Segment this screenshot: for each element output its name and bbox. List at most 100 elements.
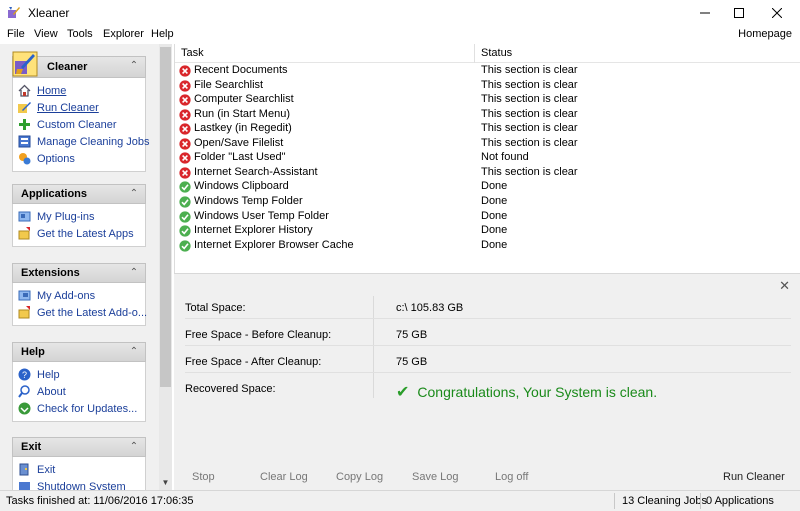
panel-exit-header[interactable]: Exit ⌃: [12, 437, 146, 457]
task-row[interactable]: Internet Search-Assistant This section is…: [175, 166, 800, 181]
sidebar-item-label: Get the Latest Add-o...: [37, 306, 148, 319]
jobs-icon: [17, 135, 31, 149]
menu-help[interactable]: Help: [151, 28, 174, 40]
sidebar-item-run-cleaner[interactable]: Run Cleaner: [17, 99, 145, 116]
menu-view[interactable]: View: [34, 28, 58, 40]
info-separator: [185, 318, 791, 319]
congratulations-message: ✔ Congratulations, Your System is clean.: [396, 382, 657, 402]
help-icon: ?: [17, 368, 31, 382]
shutdown-icon: [17, 480, 31, 490]
close-button[interactable]: [760, 0, 794, 26]
xleaner-app-icon: [8, 7, 20, 18]
sidebar-item-my-plugins[interactable]: My Plug-ins: [17, 208, 145, 225]
save-log-button[interactable]: Save Log: [412, 471, 458, 483]
task-row[interactable]: Run (in Start Menu) This section is clear: [175, 108, 800, 123]
task-name: Recent Documents: [194, 64, 288, 76]
collapse-chevron-icon[interactable]: ⌃: [127, 440, 141, 454]
menu-tools[interactable]: Tools: [67, 28, 93, 40]
info-column-divider: [373, 296, 374, 398]
task-name: Folder "Last Used": [194, 151, 286, 164]
maximize-button[interactable]: [722, 0, 756, 26]
sidebar-scrollbar-thumb[interactable]: [160, 47, 171, 387]
svg-text:?: ?: [21, 370, 26, 380]
about-icon: [17, 385, 31, 399]
column-divider[interactable]: [474, 44, 475, 63]
task-row[interactable]: Recent Documents This section is clear: [175, 64, 800, 79]
menu-file[interactable]: File: [7, 28, 25, 40]
task-status: This section is clear: [481, 122, 578, 135]
task-row[interactable]: Internet Explorer History Done: [175, 224, 800, 239]
sidebar-item-check-updates[interactable]: Check for Updates...: [17, 400, 145, 417]
success-check-icon: [179, 196, 191, 208]
task-status: This section is clear: [481, 136, 578, 149]
task-row[interactable]: Internet Explorer Browser Cache Done: [175, 239, 800, 254]
success-check-icon: [179, 225, 191, 237]
sidebar-item-label: Check for Updates...: [37, 402, 138, 415]
menu-explorer[interactable]: Explorer: [103, 28, 144, 40]
minimize-button[interactable]: [688, 0, 722, 26]
status-applications: 0 Applications: [706, 495, 774, 507]
panel-exit: Exit ⌃ Exit Shutdown System: [12, 437, 146, 490]
task-row[interactable]: Computer Searchlist This section is clear: [175, 93, 800, 108]
stop-button[interactable]: Stop: [192, 471, 215, 483]
collapse-chevron-icon[interactable]: ⌃: [127, 187, 141, 201]
run-cleaner-button[interactable]: Run Cleaner: [723, 471, 785, 483]
copy-log-button[interactable]: Copy Log: [336, 471, 383, 483]
task-name: Internet Search-Assistant: [194, 165, 318, 178]
task-row[interactable]: File Searchlist This section is clear: [175, 79, 800, 94]
info-separator: [185, 372, 791, 373]
error-x-icon: [179, 152, 191, 164]
task-list-header: Task Status: [175, 44, 800, 63]
task-status: Done: [481, 194, 508, 207]
download-icon: [17, 306, 31, 320]
collapse-chevron-icon[interactable]: ⌃: [127, 345, 141, 359]
task-row[interactable]: Folder "Last Used" Not found: [175, 151, 800, 166]
sidebar-item-get-latest-apps[interactable]: Get the Latest Apps: [17, 225, 145, 242]
status-bar: Tasks finished at: 11/06/2016 17:06:35 1…: [0, 490, 800, 511]
task-status: This section is clear: [481, 165, 578, 178]
panel-applications-header[interactable]: Applications ⌃: [12, 184, 146, 204]
task-name: Windows Clipboard: [194, 180, 289, 193]
task-row[interactable]: Lastkey (in Regedit) This section is clea…: [175, 122, 800, 137]
total-space-label: Total Space:: [185, 302, 246, 314]
sidebar-item-my-addons[interactable]: My Add-ons: [17, 287, 145, 304]
error-x-icon: [179, 109, 191, 121]
collapse-chevron-icon[interactable]: ⌃: [127, 59, 141, 73]
close-info-icon[interactable]: ✕: [779, 278, 790, 294]
sidebar-scrollbar[interactable]: ▼: [159, 44, 172, 490]
sidebar-item-home[interactable]: Home: [17, 82, 145, 99]
update-icon: [17, 402, 31, 416]
collapse-chevron-icon[interactable]: ⌃: [127, 266, 141, 280]
sidebar-item-options[interactable]: Options: [17, 150, 145, 167]
error-x-icon: [179, 94, 191, 106]
sidebar-item-label: Home: [37, 84, 67, 97]
log-off-button[interactable]: Log off: [495, 471, 528, 483]
sidebar-item-about[interactable]: About: [17, 383, 145, 400]
status-divider: [700, 493, 701, 509]
task-row[interactable]: Windows Clipboard Done: [175, 180, 800, 195]
task-status: This section is clear: [481, 78, 578, 91]
task-row[interactable]: Windows Temp Folder Done: [175, 195, 800, 210]
scroll-down-arrow-icon[interactable]: ▼: [160, 478, 171, 488]
clear-log-button[interactable]: Clear Log: [260, 471, 308, 483]
sidebar-item-shutdown[interactable]: Shutdown System: [17, 478, 145, 490]
task-row[interactable]: Windows User Temp Folder Done: [175, 210, 800, 225]
task-row[interactable]: Open/Save Filelist This section is clear: [175, 137, 800, 152]
sidebar-item-exit[interactable]: Exit: [17, 461, 145, 478]
panel-cleaner-header[interactable]: Cleaner ⌃: [12, 51, 146, 78]
homepage-link[interactable]: Homepage: [738, 28, 792, 40]
error-x-icon: [179, 123, 191, 135]
task-name: Open/Save Filelist: [194, 136, 284, 149]
close-icon: [772, 8, 782, 18]
sidebar-item-manage-cleaning-jobs[interactable]: Manage Cleaning Jobs: [17, 133, 150, 150]
sidebar-item-label: Shutdown System: [37, 480, 126, 491]
column-header-status[interactable]: Status: [481, 47, 512, 59]
sidebar-item-custom-cleaner[interactable]: Custom Cleaner: [17, 116, 145, 133]
sidebar-item-help[interactable]: ? Help: [17, 366, 145, 383]
sidebar-item-label: Help: [37, 368, 60, 381]
column-header-task[interactable]: Task: [181, 47, 204, 59]
sidebar-item-get-latest-addons[interactable]: Get the Latest Add-o...: [17, 304, 148, 321]
panel-help-header[interactable]: Help ⌃: [12, 342, 146, 362]
panel-extensions-header[interactable]: Extensions ⌃: [12, 263, 146, 283]
status-divider: [614, 493, 615, 509]
